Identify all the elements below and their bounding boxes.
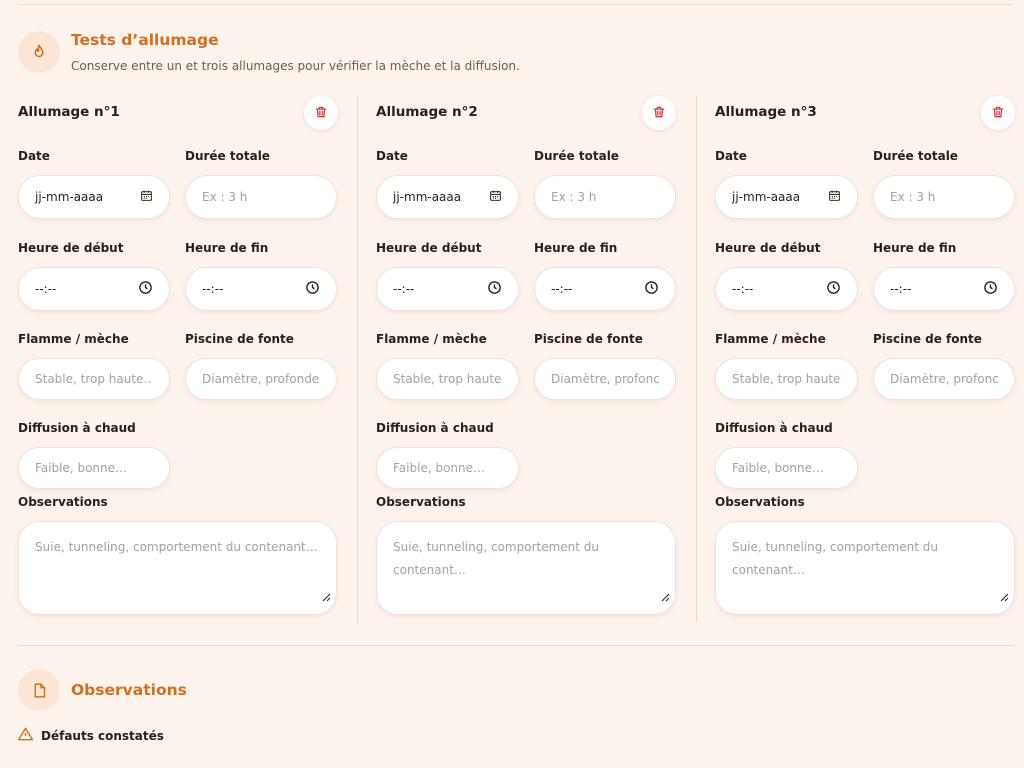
observations-textarea[interactable]: Suie, tunneling, comportement du contena… [376,521,676,615]
trial-title: Allumage n°2 [376,104,478,120]
resize-handle[interactable] [999,587,1009,610]
column-divider [696,96,697,622]
defects-heading: Défauts constatés [17,727,164,744]
diffusion-input[interactable]: Faible, bonne… [376,447,519,489]
resize-handle[interactable] [660,587,670,610]
calendar-icon[interactable] [489,189,502,205]
section-divider [18,645,1014,646]
melt-pool-label: Piscine de fonte [185,332,294,346]
melt-pool-input[interactable]: Diamètre, profonc [873,358,1015,400]
duration-label: Durée totale [534,149,619,163]
calendar-icon[interactable] [140,189,153,205]
duration-label: Durée totale [873,149,958,163]
start-time-label: Heure de début [18,241,124,255]
flame-icon [18,31,60,73]
observations-textarea[interactable]: Suie, tunneling, comportement du contena… [715,521,1015,615]
date-label: Date [18,149,50,163]
end-time-input[interactable]: --:-- [534,267,676,311]
diffusion-label: Diffusion à chaud [376,421,494,435]
melt-pool-label: Piscine de fonte [873,332,982,346]
observations-label: Observations [376,495,466,509]
section-title: Tests d’allumage [71,31,219,49]
flame-label: Flamme / mèche [715,332,826,346]
section-header-tests: Tests d’allumage Conserve entre un et tr… [18,31,520,73]
start-time-label: Heure de début [715,241,821,255]
flame-input[interactable]: Stable, trop haute [715,358,858,400]
date-input[interactable]: jj-mm-aaaa [18,175,170,219]
document-icon [18,669,60,711]
end-time-input[interactable]: --:-- [185,267,337,311]
end-time-label: Heure de fin [534,241,618,255]
diffusion-label: Diffusion à chaud [18,421,136,435]
top-divider [18,4,1014,5]
trial-title: Allumage n°3 [715,104,817,120]
date-input[interactable]: jj-mm-aaaa [715,175,858,219]
observations-label: Observations [18,495,108,509]
end-time-label: Heure de fin [185,241,269,255]
diffusion-input[interactable]: Faible, bonne… [715,447,858,489]
section-title: Observations [71,681,187,699]
calendar-icon[interactable] [828,189,841,205]
trash-icon [991,104,1005,123]
section-header-observations: Observations [18,669,187,711]
trial-column-1: Allumage n°1 Date Durée totale jj-mm-aaa… [18,96,338,622]
trial-column-2: Allumage n°2 Date Durée totale jj-mm-aaa… [376,96,676,622]
start-time-label: Heure de début [376,241,482,255]
duration-input[interactable]: Ex : 3 h [873,175,1015,219]
start-time-input[interactable]: --:-- [715,267,858,311]
trial-column-3: Allumage n°3 Date Durée totale jj-mm-aaa… [715,96,1015,622]
end-time-label: Heure de fin [873,241,957,255]
delete-trial-button[interactable] [981,96,1015,130]
melt-pool-label: Piscine de fonte [534,332,643,346]
clock-icon[interactable] [487,280,502,298]
duration-input[interactable]: Ex : 3 h [185,175,337,219]
trash-icon [652,104,666,123]
clock-icon[interactable] [983,280,998,298]
start-time-input[interactable]: --:-- [376,267,519,311]
end-time-input[interactable]: --:-- [873,267,1015,311]
flame-input[interactable]: Stable, trop haute… [18,358,170,400]
flame-input[interactable]: Stable, trop haute [376,358,519,400]
melt-pool-input[interactable]: Diamètre, profonc [534,358,676,400]
clock-icon[interactable] [138,280,153,298]
trial-title: Allumage n°1 [18,104,120,120]
delete-trial-button[interactable] [304,96,338,130]
clock-icon[interactable] [826,280,841,298]
date-label: Date [715,149,747,163]
duration-label: Durée totale [185,149,270,163]
trash-icon [314,104,328,123]
melt-pool-input[interactable]: Diamètre, profonde [185,358,337,400]
delete-trial-button[interactable] [642,96,676,130]
clock-icon[interactable] [305,280,320,298]
duration-input[interactable]: Ex : 3 h [534,175,676,219]
date-input[interactable]: jj-mm-aaaa [376,175,519,219]
defects-label: Défauts constatés [41,728,164,743]
flame-label: Flamme / mèche [18,332,129,346]
diffusion-input[interactable]: Faible, bonne… [18,447,170,489]
warning-icon [17,727,34,744]
clock-icon[interactable] [644,280,659,298]
resize-handle[interactable] [321,587,331,610]
observations-label: Observations [715,495,805,509]
diffusion-label: Diffusion à chaud [715,421,833,435]
start-time-input[interactable]: --:-- [18,267,170,311]
section-subtitle: Conserve entre un et trois allumages pou… [71,59,520,73]
date-label: Date [376,149,408,163]
flame-label: Flamme / mèche [376,332,487,346]
column-divider [357,96,358,622]
observations-textarea[interactable]: Suie, tunneling, comportement du contena… [18,521,337,615]
